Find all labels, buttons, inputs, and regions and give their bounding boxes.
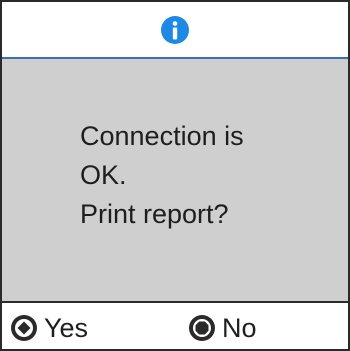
header-bar (2, 2, 348, 57)
message-line-3: Print report? (80, 199, 229, 229)
stop-button-icon (189, 315, 215, 341)
message-panel: Connection is OK. Print report? (2, 59, 348, 303)
message-line-1: Connection is (80, 121, 244, 151)
message-line-2: OK. (80, 160, 127, 190)
info-icon (161, 15, 189, 44)
no-button[interactable]: No (188, 313, 257, 343)
printer-lcd-screen: Connection is OK. Print report? Yes No (0, 0, 350, 351)
no-label: No (222, 313, 257, 343)
footer-bar: Yes No (2, 303, 348, 349)
dialog-message: Connection is OK. Print report? (80, 117, 244, 234)
yes-label: Yes (44, 313, 89, 343)
yes-button[interactable]: Yes (10, 313, 88, 343)
start-button-icon (11, 315, 37, 341)
